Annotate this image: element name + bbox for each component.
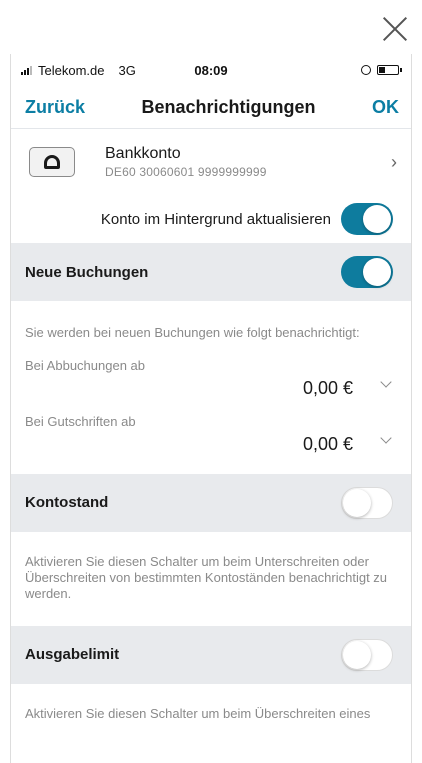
account-row[interactable]: Bankkonto DE60 30060601 9999999999 › [11, 129, 411, 195]
section-title-ausgabelimit: Ausgabelimit [25, 646, 120, 664]
chevron-right-icon: › [391, 151, 397, 172]
close-icon[interactable] [382, 16, 408, 42]
section-neue-buchungen: Neue Buchungen [11, 243, 411, 301]
credits-label: Bei Gutschriften ab [25, 413, 136, 429]
nav-bar: Zurück Benachrichtigungen OK [11, 86, 411, 129]
page-title: Benachrichtigungen [141, 96, 316, 117]
chevron-down-icon[interactable] [381, 434, 391, 444]
back-button[interactable]: Zurück [25, 97, 85, 118]
neue-buchungen-info: Sie werden bei neuen Buchungen wie folgt… [25, 325, 360, 340]
account-info: Bankkonto DE60 30060601 9999999999 [105, 145, 267, 179]
status-right [361, 65, 402, 75]
kontostand-info: Aktivieren Sie diesen Schalter um beim U… [25, 553, 388, 602]
section-kontostand: Kontostand [11, 473, 411, 532]
credits-value[interactable]: 0,00 € [303, 434, 353, 455]
chevron-down-icon[interactable] [381, 378, 391, 388]
account-iban: DE60 30060601 9999999999 [105, 165, 267, 179]
battery-icon [377, 65, 402, 75]
neue-buchungen-toggle[interactable] [341, 256, 393, 288]
kontostand-toggle[interactable] [341, 486, 393, 519]
credits-threshold-field[interactable]: Bei Gutschriften ab 0,00 € [11, 398, 411, 454]
debits-threshold-field[interactable]: Bei Abbuchungen ab 0,00 € [11, 342, 411, 398]
section-title-neue-buchungen: Neue Buchungen [25, 263, 149, 281]
account-name: Bankkonto [105, 145, 181, 162]
network-label: 3G [118, 62, 136, 78]
orientation-lock-icon [361, 65, 371, 75]
status-left: Telekom.de 3G [21, 63, 136, 78]
background-update-label: Konto im Hintergrund aktualisieren [100, 210, 331, 228]
background-update-row: Konto im Hintergrund aktualisieren [11, 195, 411, 243]
ausgabelimit-toggle[interactable] [341, 638, 393, 671]
signal-icon [21, 65, 32, 75]
ok-button[interactable]: OK [372, 97, 399, 118]
carrier-label: Telekom.de [38, 62, 105, 78]
status-bar: Telekom.de 3G 08:09 [11, 54, 411, 86]
phone-screen: Telekom.de 3G 08:09 Zurück Benachrichtig… [10, 54, 412, 763]
section-ausgabelimit: Ausgabelimit [11, 625, 411, 684]
ausgabelimit-info: Aktivieren Sie diesen Schalter um beim Ü… [25, 705, 371, 721]
background-update-toggle[interactable] [341, 203, 393, 235]
bank-logo-icon [29, 147, 75, 177]
debits-value[interactable]: 0,00 € [303, 378, 353, 399]
section-title-kontostand: Kontostand [25, 494, 109, 512]
debits-label: Bei Abbuchungen ab [25, 357, 145, 373]
